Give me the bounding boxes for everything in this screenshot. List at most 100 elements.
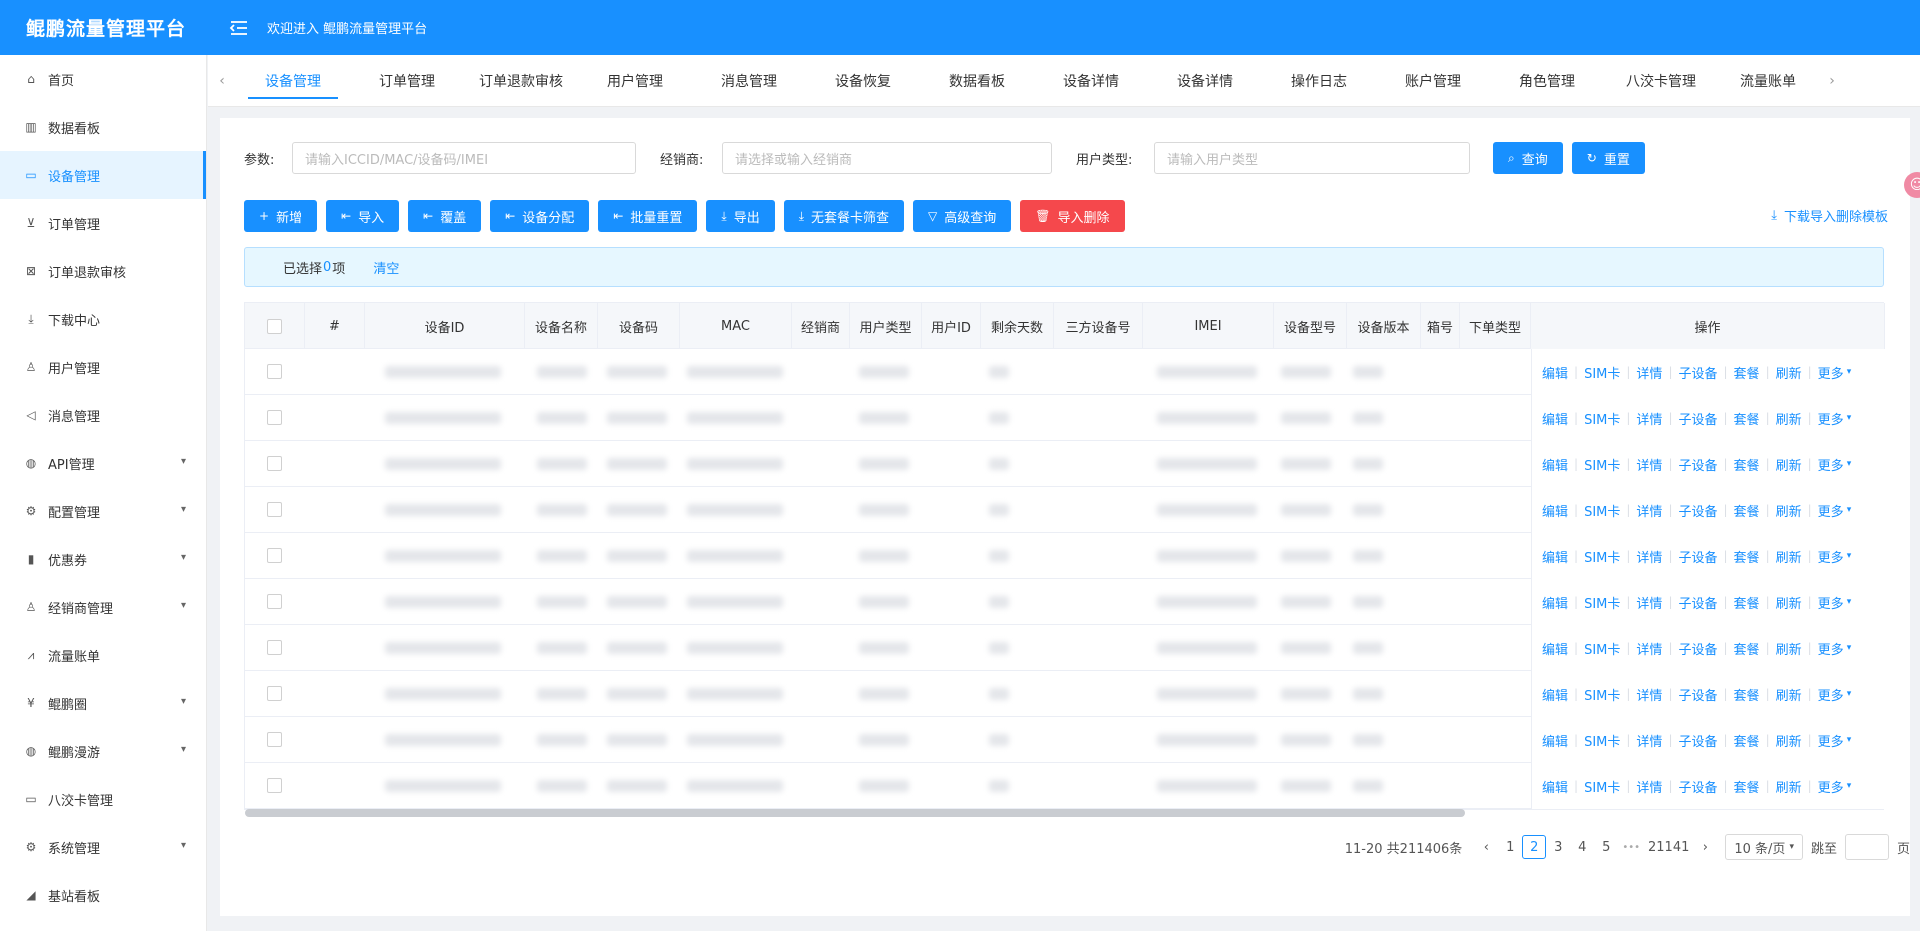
sidebar-item-coupons[interactable]: ▮ 优惠券 ▾ [0,535,206,583]
tabs-next-icon[interactable]: › [1818,73,1846,89]
more-link[interactable]: 更多 [1818,777,1844,796]
edit-link[interactable]: 编辑 [1542,593,1568,612]
page-ellipsis[interactable]: ••• [1618,835,1644,859]
tab-orders[interactable]: 订单管理 [350,55,464,107]
edit-link[interactable]: 编辑 [1542,409,1568,428]
plan-link[interactable]: 套餐 [1734,639,1760,658]
sidebar-item-kunpeng-circle[interactable]: ¥ 鲲鹏圈 ▾ [0,679,206,727]
sidebar-item-dashboard[interactable]: ▥ 数据看板 [0,103,206,151]
sim-card-link[interactable]: SIM卡 [1584,777,1620,796]
more-link[interactable]: 更多 [1818,363,1844,382]
more-link[interactable]: 更多 [1818,685,1844,704]
clear-selection-link[interactable]: 清空 [373,258,399,277]
detail-link[interactable]: 详情 [1636,639,1662,658]
detail-link[interactable]: 详情 [1636,547,1662,566]
import-button[interactable]: ⇤ 导入 [326,200,400,232]
dealer-select[interactable]: 请选择或输入经销商 [722,142,1052,174]
menu-fold-icon[interactable] [224,17,254,39]
plan-link[interactable]: 套餐 [1734,685,1760,704]
plan-link[interactable]: 套餐 [1734,409,1760,428]
detail-link[interactable]: 详情 [1636,501,1662,520]
sub-device-link[interactable]: 子设备 [1678,639,1717,658]
sidebar-item-card[interactable]: ▭ 八洨卡管理 [0,775,206,823]
advanced-query-button[interactable]: ▽ 高级查询 [913,200,1012,232]
detail-link[interactable]: 详情 [1636,731,1662,750]
tab-device-detail-2[interactable]: 设备详情 [1148,55,1262,107]
more-link[interactable]: 更多 [1818,409,1844,428]
tab-roles[interactable]: 角色管理 [1490,55,1604,107]
page-last[interactable]: 21141 [1644,835,1693,859]
query-button[interactable]: ⌕ 查询 [1493,142,1563,174]
sidebar-item-dealers[interactable]: ♙ 经销商管理 ▾ [0,583,206,631]
sidebar-item-orders[interactable]: ⊻ 订单管理 [0,199,206,247]
more-link[interactable]: 更多 [1818,639,1844,658]
tab-card-management[interactable]: 八洨卡管理 [1604,55,1718,107]
usertype-input[interactable]: 请输入用户类型 [1154,142,1470,174]
sim-card-link[interactable]: SIM卡 [1584,685,1620,704]
tab-refund[interactable]: 订单退款审核 [464,55,578,107]
more-link[interactable]: 更多 [1818,501,1844,520]
page-size-select[interactable]: 10 条/页 ▾ [1725,834,1803,860]
select-all-checkbox[interactable] [267,318,282,334]
sub-device-link[interactable]: 子设备 [1678,455,1717,474]
sim-card-link[interactable]: SIM卡 [1584,409,1620,428]
reset-button[interactable]: ↻ 重置 [1571,142,1645,174]
sim-card-link[interactable]: SIM卡 [1584,501,1620,520]
sub-device-link[interactable]: 子设备 [1678,501,1717,520]
jump-page-input[interactable] [1844,834,1889,860]
tab-device[interactable]: 设备管理 [236,55,350,107]
sim-card-link[interactable]: SIM卡 [1584,363,1620,382]
edit-link[interactable]: 编辑 [1542,363,1568,382]
refresh-link[interactable]: 刷新 [1776,409,1802,428]
refresh-link[interactable]: 刷新 [1776,685,1802,704]
row-checkbox[interactable] [267,502,282,517]
tab-device-restore[interactable]: 设备恢复 [806,55,920,107]
edit-link[interactable]: 编辑 [1542,547,1568,566]
detail-link[interactable]: 详情 [1636,777,1662,796]
add-button[interactable]: + 新增 [244,200,318,232]
row-checkbox[interactable] [267,594,282,609]
sub-device-link[interactable]: 子设备 [1678,363,1717,382]
sidebar-item-api[interactable]: ◍ API管理 ▾ [0,439,206,487]
cover-button[interactable]: ⇤ 覆盖 [408,200,482,232]
row-checkbox[interactable] [267,640,282,655]
no-plan-filter-button[interactable]: ⤓ 无套餐卡筛查 [783,200,905,232]
more-link[interactable]: 更多 [1818,455,1844,474]
sim-card-link[interactable]: SIM卡 [1584,593,1620,612]
row-checkbox[interactable] [267,410,282,425]
edit-link[interactable]: 编辑 [1542,777,1568,796]
tab-accounts[interactable]: 账户管理 [1376,55,1490,107]
page-1[interactable]: 1 [1498,835,1522,859]
sub-device-link[interactable]: 子设备 [1678,547,1717,566]
sub-device-link[interactable]: 子设备 [1678,685,1717,704]
next-page-icon[interactable]: › [1693,835,1717,859]
assign-button[interactable]: ⇤ 设备分配 [490,200,590,232]
more-link[interactable]: 更多 [1818,731,1844,750]
sim-card-link[interactable]: SIM卡 [1584,547,1620,566]
sidebar-item-device[interactable]: ▭ 设备管理 [0,151,206,199]
tab-traffic-bill[interactable]: 流量账单 [1718,55,1818,107]
plan-link[interactable]: 套餐 [1734,501,1760,520]
edit-link[interactable]: 编辑 [1542,501,1568,520]
sidebar-item-config[interactable]: ⚙ 配置管理 ▾ [0,487,206,535]
plan-link[interactable]: 套餐 [1734,777,1760,796]
sidebar-item-download[interactable]: ⤓ 下载中心 [0,295,206,343]
sim-card-link[interactable]: SIM卡 [1584,639,1620,658]
batch-reset-button[interactable]: ⇤ 批量重置 [598,200,698,232]
more-link[interactable]: 更多 [1818,593,1844,612]
refresh-link[interactable]: 刷新 [1776,731,1802,750]
detail-link[interactable]: 详情 [1636,685,1662,704]
refresh-link[interactable]: 刷新 [1776,547,1802,566]
tab-users[interactable]: 用户管理 [578,55,692,107]
sim-card-link[interactable]: SIM卡 [1584,455,1620,474]
tab-operation-log[interactable]: 操作日志 [1262,55,1376,107]
plan-link[interactable]: 套餐 [1734,363,1760,382]
refresh-link[interactable]: 刷新 [1776,639,1802,658]
page-5[interactable]: 5 [1594,835,1618,859]
import-delete-button[interactable]: 🗑 导入删除 [1020,200,1125,232]
sub-device-link[interactable]: 子设备 [1678,593,1717,612]
more-link[interactable]: 更多 [1818,547,1844,566]
tab-messages[interactable]: 消息管理 [692,55,806,107]
sim-card-link[interactable]: SIM卡 [1584,731,1620,750]
tabs-prev-icon[interactable]: ‹ [208,73,236,89]
